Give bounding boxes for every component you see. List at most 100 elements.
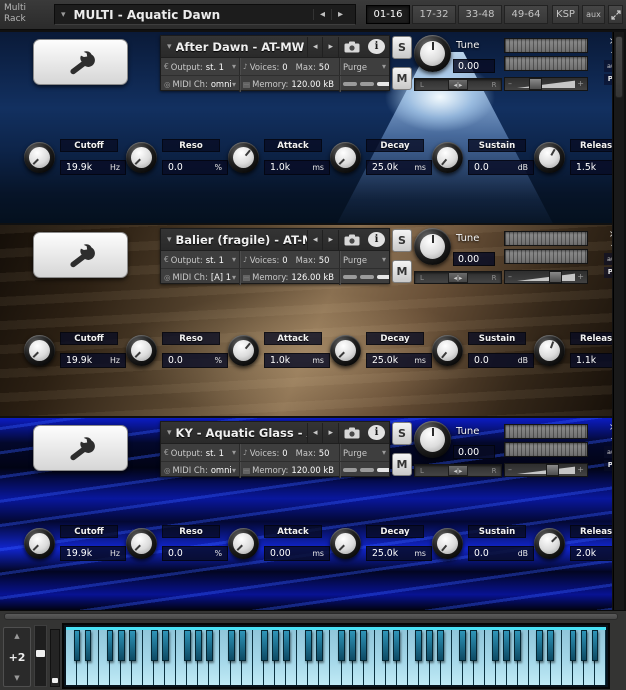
piano-key-black[interactable]: [536, 630, 543, 661]
decay-knob[interactable]: [330, 335, 361, 366]
piano-key-black[interactable]: [514, 630, 521, 661]
mod-slider[interactable]: [50, 629, 60, 687]
chevron-down-icon[interactable]: ▾: [382, 62, 386, 71]
volume-handle[interactable]: [546, 464, 559, 476]
pv-button[interactable]: PV: [604, 267, 612, 278]
piano-key-black[interactable]: [415, 630, 422, 661]
piano-key-black[interactable]: [437, 630, 444, 661]
purge-button[interactable]: Purge ▾: [339, 251, 389, 268]
aux-button[interactable]: aux: [604, 253, 612, 265]
pan-slider[interactable]: L ◂|▸ R: [414, 78, 502, 91]
tab-49-64[interactable]: 49-64: [504, 5, 548, 24]
octave-up-icon[interactable]: ▲: [14, 632, 19, 640]
mute-button[interactable]: M: [392, 67, 412, 90]
chevron-down-icon[interactable]: ▾: [232, 448, 236, 457]
pan-handle[interactable]: ◂|▸: [448, 79, 468, 90]
chevron-down-icon[interactable]: ▾: [232, 80, 236, 89]
aux-button[interactable]: aux: [604, 60, 612, 72]
output-select[interactable]: € Output: st. 1 ▾: [161, 58, 239, 75]
wrench-button[interactable]: [33, 425, 128, 471]
wrench-button[interactable]: [33, 232, 128, 278]
piano-key-black[interactable]: [272, 630, 279, 661]
next-multi-button[interactable]: ▸: [331, 9, 349, 20]
keyboard-scrollbar[interactable]: [4, 613, 618, 620]
cutoff-knob[interactable]: [24, 142, 55, 173]
midi-channel-select[interactable]: ◎ MIDI Ch: omni ▾: [161, 76, 239, 92]
piano-key-black[interactable]: [74, 630, 81, 661]
snapshot-camera-icon[interactable]: [338, 423, 364, 443]
volume-slider[interactable]: – +: [504, 77, 588, 91]
next-instrument-button[interactable]: ▸: [322, 423, 338, 443]
piano-key-black[interactable]: [206, 630, 213, 661]
solo-button[interactable]: S: [392, 229, 412, 252]
pan-handle[interactable]: ◂|▸: [448, 465, 468, 476]
info-icon[interactable]: i: [368, 39, 385, 54]
sustain-knob[interactable]: [432, 335, 463, 366]
snapshot-camera-icon[interactable]: [338, 37, 364, 57]
mute-button[interactable]: M: [392, 453, 412, 476]
tune-knob[interactable]: [414, 421, 451, 458]
piano-key-black[interactable]: [570, 630, 577, 661]
piano-key-black[interactable]: [162, 630, 169, 661]
piano-key-black[interactable]: [283, 630, 290, 661]
piano-key-black[interactable]: [382, 630, 389, 661]
prev-instrument-button[interactable]: ◂: [307, 37, 323, 57]
mod-slider-handle[interactable]: [52, 678, 58, 683]
midi-channel-select[interactable]: ◎ MIDI Ch: [A] 1 ▾: [161, 269, 239, 285]
volume-handle[interactable]: [549, 271, 562, 283]
solo-button[interactable]: S: [392, 422, 412, 445]
midi-channel-select[interactable]: ◎ MIDI Ch: omni ▾: [161, 462, 239, 478]
volume-slider[interactable]: – +: [504, 270, 588, 284]
decay-knob[interactable]: [330, 528, 361, 559]
chevron-down-icon[interactable]: ▾: [382, 448, 386, 457]
piano-key-black[interactable]: [261, 630, 268, 661]
piano-key-black[interactable]: [118, 630, 125, 661]
rack-scrollbar[interactable]: [613, 32, 624, 610]
tab-ksp[interactable]: KSP: [552, 5, 579, 24]
piano-key-black[interactable]: [305, 630, 312, 661]
piano-key-black[interactable]: [581, 630, 588, 661]
piano-key-black[interactable]: [503, 630, 510, 661]
output-select[interactable]: € Output: st. 1 ▾: [161, 444, 239, 461]
chevron-down-icon[interactable]: ▾: [382, 255, 386, 264]
rack-scrollbar-thumb[interactable]: [615, 36, 623, 98]
info-icon[interactable]: i: [368, 425, 385, 440]
piano-key-black[interactable]: [239, 630, 246, 661]
minimize-icon[interactable]: –: [604, 434, 612, 444]
cutoff-knob[interactable]: [24, 335, 55, 366]
mute-button[interactable]: M: [392, 260, 412, 283]
tab-01-16[interactable]: 01-16: [366, 5, 410, 24]
piano-key-black[interactable]: [470, 630, 477, 661]
minimize-icon[interactable]: –: [604, 48, 612, 58]
chevron-down-icon[interactable]: ▾: [232, 273, 236, 282]
piano-key-black[interactable]: [151, 630, 158, 661]
tab-aux[interactable]: aux: [582, 5, 605, 24]
release-knob[interactable]: [534, 528, 565, 559]
decay-knob[interactable]: [330, 142, 361, 173]
piano-key-black[interactable]: [349, 630, 356, 661]
reso-knob[interactable]: [126, 528, 157, 559]
sustain-knob[interactable]: [432, 528, 463, 559]
volume-handle[interactable]: [529, 78, 542, 90]
aux-button[interactable]: aux: [604, 446, 612, 458]
pan-slider[interactable]: L ◂|▸ R: [414, 271, 502, 284]
prev-instrument-button[interactable]: ◂: [307, 230, 323, 250]
piano-key-black[interactable]: [184, 630, 191, 661]
piano-key-black[interactable]: [393, 630, 400, 661]
chevron-down-icon[interactable]: ▾: [161, 428, 176, 438]
pan-handle[interactable]: ◂|▸: [448, 272, 468, 283]
output-select[interactable]: € Output: st. 1 ▾: [161, 251, 239, 268]
pitch-slider[interactable]: [34, 625, 47, 687]
reso-knob[interactable]: [126, 142, 157, 173]
volume-slider[interactable]: – +: [504, 463, 588, 477]
tune-knob[interactable]: [414, 228, 451, 265]
wrench-button[interactable]: [33, 39, 128, 85]
purge-button[interactable]: Purge ▾: [339, 58, 389, 75]
purge-button[interactable]: Purge ▾: [339, 444, 389, 461]
next-instrument-button[interactable]: ▸: [322, 230, 338, 250]
chevron-down-icon[interactable]: ▾: [161, 235, 176, 245]
piano-key-black[interactable]: [316, 630, 323, 661]
piano-key-black[interactable]: [592, 630, 599, 661]
solo-button[interactable]: S: [392, 36, 412, 59]
cutoff-knob[interactable]: [24, 528, 55, 559]
